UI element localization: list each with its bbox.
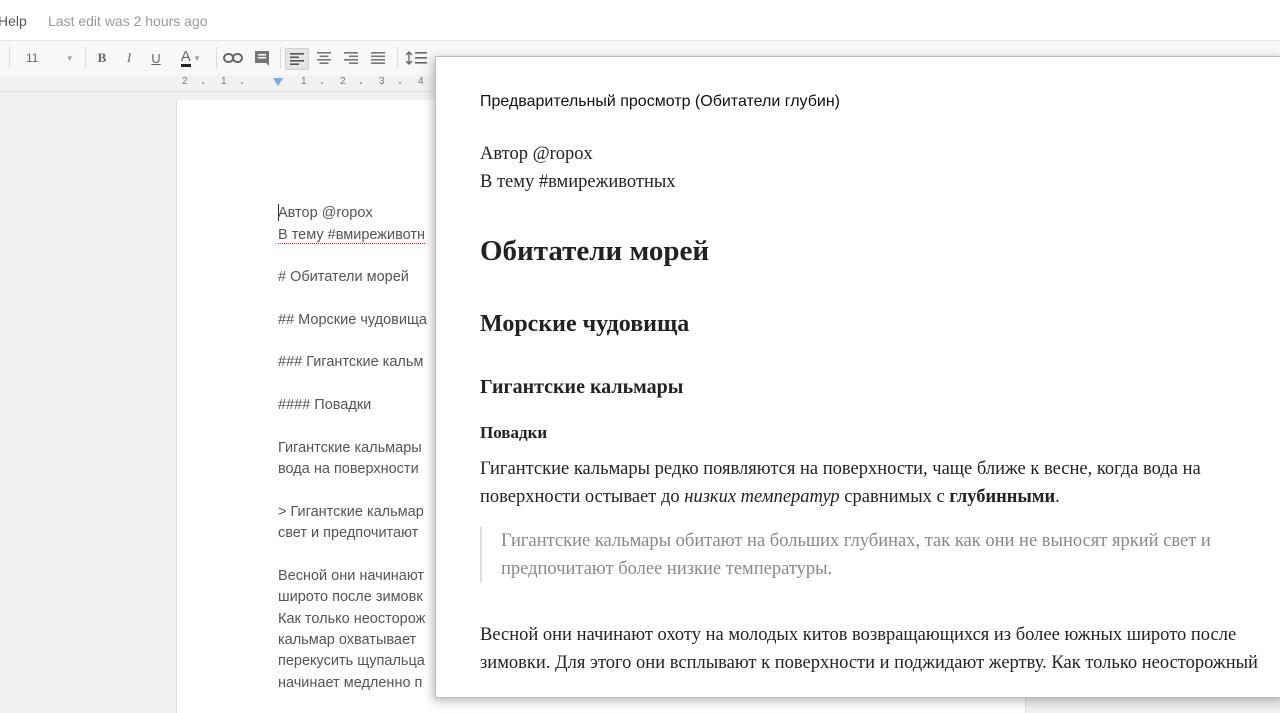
document-line[interactable]: ### Гигантские кальм	[278, 354, 423, 370]
align-left-icon[interactable]	[285, 48, 309, 70]
preview-author: Автор @ropox	[480, 144, 593, 164]
ruler-dot	[241, 82, 243, 84]
toolbar-separator	[85, 47, 86, 69]
document-line[interactable]: ## Морские чудовища	[278, 312, 427, 328]
document-line[interactable]: Гигантские кальмары	[278, 440, 422, 456]
chevron-down-icon: ▾	[194, 52, 200, 63]
menu-bar: Help Last edit was 2 hours ago	[0, 0, 1280, 40]
ruler-dot	[321, 82, 323, 84]
toolbar-separator	[216, 47, 217, 69]
underline-button[interactable]: U	[146, 48, 166, 68]
preview-paragraph: Весной они начинают охоту на молодых кит…	[480, 625, 1258, 673]
ruler-tick: 4	[418, 76, 424, 87]
preview-heading-2: Морские чудовища	[480, 311, 690, 337]
document-line[interactable]: свет и предпочитают	[278, 525, 418, 541]
line-spacing-icon[interactable]	[403, 48, 433, 68]
document-line[interactable]: кальмар охватывает	[278, 632, 416, 648]
bold-button[interactable]: B	[92, 48, 112, 68]
document-line[interactable]: Как только неосторож	[278, 611, 425, 627]
ruler-dot	[202, 82, 204, 84]
document-line[interactable]: Автор @ropox	[278, 205, 373, 221]
text-color-icon: A	[180, 47, 191, 67]
preview-title: Предварительный просмотр (Обитатели глуб…	[480, 93, 840, 110]
indent-marker-icon[interactable]	[273, 78, 283, 86]
font-size-value: 11	[26, 51, 39, 65]
link-icon[interactable]	[222, 48, 244, 68]
align-center-icon[interactable]	[313, 48, 335, 68]
toolbar-separator	[9, 47, 10, 69]
bold-text: глубинными	[949, 487, 1056, 507]
menu-help[interactable]: Help	[0, 13, 27, 29]
text-color-button[interactable]: A ▾	[172, 48, 208, 68]
ruler-dot	[360, 82, 362, 84]
last-edit-status[interactable]: Last edit was 2 hours ago	[48, 13, 208, 29]
preview-heading-1: Обитатели морей	[480, 235, 710, 267]
emphasized-text: низких температур	[684, 487, 840, 507]
document-line[interactable]: # Обитатели морей	[278, 269, 409, 285]
comment-icon[interactable]	[251, 48, 273, 68]
toolbar-separator	[280, 47, 281, 69]
align-justify-icon[interactable]	[367, 48, 389, 68]
document-line[interactable]: широто после зимовк	[278, 589, 423, 605]
document-line[interactable]: вода на поверхности	[278, 461, 419, 477]
chevron-down-icon: ▾	[67, 52, 72, 63]
document-line[interactable]: > Гигантские кальмар	[278, 504, 424, 520]
paragraph-text: сравнимых с	[839, 487, 950, 507]
ruler-tick: 2	[340, 76, 346, 87]
ruler-tick: 2	[182, 76, 188, 87]
preview-topic: В тему #вмиреживотных	[480, 172, 676, 192]
markdown-preview-panel[interactable]: Предварительный просмотр (Обитатели глуб…	[435, 56, 1280, 698]
italic-button[interactable]: I	[119, 48, 139, 68]
ruler-tick: 3	[379, 76, 385, 87]
preview-heading-3: Гигантские кальмары	[480, 376, 684, 398]
document-line[interactable]: Весной они начинают	[278, 568, 424, 584]
paragraph-text: .	[1055, 487, 1060, 507]
document-line[interactable]: В тему #вмиреживотн	[278, 227, 426, 244]
ruler-tick: 1	[301, 76, 307, 87]
document-line[interactable]: перекусить щупальца	[278, 653, 425, 669]
preview-heading-4: Повадки	[480, 423, 548, 442]
document-line[interactable]: начинает медленно п	[278, 675, 422, 691]
ruler-dot	[399, 82, 401, 84]
font-size-select[interactable]: 11 ▾	[14, 48, 76, 68]
ruler-tick: 1	[221, 76, 227, 87]
preview-blockquote: Гигантские кальмары обитают на больших г…	[480, 527, 1280, 583]
preview-paragraph: Гигантские кальмары редко появляются на …	[480, 455, 1270, 511]
misspelled-text[interactable]: В тему #вмиреживотн	[278, 227, 426, 244]
toolbar-separator	[397, 47, 398, 69]
align-right-icon[interactable]	[340, 48, 362, 68]
document-line[interactable]: #### Повадки	[278, 397, 371, 413]
